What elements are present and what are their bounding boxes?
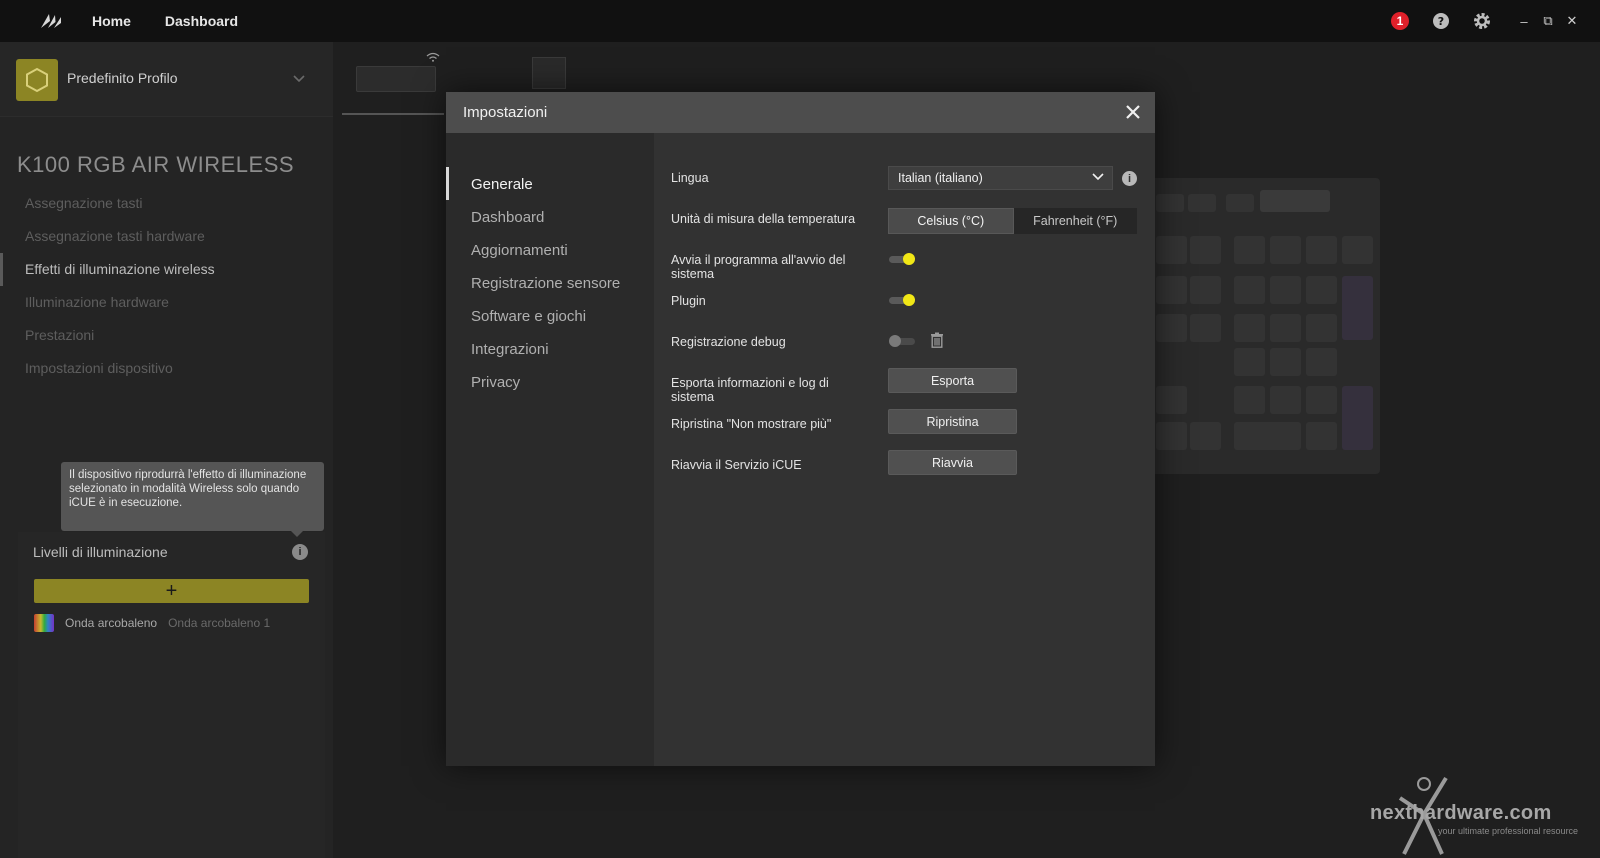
trash-icon[interactable]: [930, 332, 944, 348]
debug-toggle[interactable]: [889, 335, 915, 347]
tab-privacy[interactable]: Privacy: [471, 374, 520, 391]
chevron-down-icon[interactable]: [293, 70, 305, 88]
device-menu: Assegnazione tasti Assegnazione tasti ha…: [0, 187, 333, 385]
fahrenheit-option[interactable]: Fahrenheit (°F): [1014, 208, 1138, 234]
plugin-label: Plugin: [671, 294, 706, 308]
help-icon[interactable]: ?: [1430, 10, 1452, 32]
close-window-icon[interactable]: ✕: [1560, 13, 1584, 29]
temperature-unit-toggle: Celsius (°C) Fahrenheit (°F): [888, 208, 1137, 234]
dialog-header: Impostazioni: [446, 92, 1155, 133]
plugin-toggle[interactable]: [889, 294, 915, 306]
minimize-icon[interactable]: –: [1512, 14, 1536, 29]
export-button[interactable]: Esporta: [888, 368, 1017, 393]
tab-dashboard[interactable]: Dashboard: [471, 209, 544, 226]
corsair-logo-icon[interactable]: [30, 6, 74, 36]
startup-toggle[interactable]: [889, 253, 915, 265]
sidebar-item-hardware-key-assignments[interactable]: Assegnazione tasti hardware: [0, 220, 333, 253]
device-title: K100 RGB AIR WIRELESS: [17, 152, 295, 177]
tab-updates[interactable]: Aggiornamenti: [471, 242, 568, 259]
active-nav-marker: [446, 167, 449, 200]
temperature-label: Unità di misura della temperatura: [671, 212, 856, 226]
keyboard-preview: [1150, 178, 1380, 474]
sidebar-item-hardware-lighting[interactable]: Illuminazione hardware: [0, 286, 333, 319]
tab-general[interactable]: Generale: [471, 176, 533, 193]
sidebar-item-performance[interactable]: Prestazioni: [0, 319, 333, 352]
notifications-icon[interactable]: 1: [1389, 10, 1411, 32]
export-label: Esporta informazioni e log di sistema: [671, 376, 829, 404]
main-nav: Home Dashboard: [84, 13, 264, 29]
dialog-title: Impostazioni: [463, 104, 548, 121]
layers-title: Livelli di illuminazione: [33, 544, 168, 560]
sidebar: Predefinito Profilo K100 RGB AIR WIRELES…: [0, 42, 333, 858]
nav-home[interactable]: Home: [92, 13, 131, 29]
watermark-subtext: your ultimate professional resource: [1438, 826, 1579, 836]
settings-nav: Generale Dashboard Aggiornamenti Registr…: [446, 133, 654, 766]
wifi-icon: [426, 52, 440, 62]
info-icon[interactable]: i: [1122, 171, 1137, 186]
restart-label: Riavvia il Servizio iCUE: [671, 458, 802, 472]
sidebar-item-key-assignments[interactable]: Assegnazione tasti: [0, 187, 333, 220]
device-tab-keyboard[interactable]: [342, 50, 442, 116]
chevron-down-icon: [1092, 173, 1104, 181]
language-label: Lingua: [671, 171, 709, 185]
gear-icon[interactable]: [1471, 10, 1493, 32]
tab-integrations[interactable]: Integrazioni: [471, 341, 549, 358]
celsius-option[interactable]: Celsius (°C): [888, 208, 1014, 234]
add-layer-button[interactable]: +: [34, 579, 309, 603]
svg-text:?: ?: [1438, 15, 1444, 28]
startup-label: Avvia il programma all'avvio del sistema: [671, 253, 846, 281]
profile-name: Predefinito Profilo: [67, 70, 178, 86]
lighting-layers-panel: Livelli di illuminazione i + Onda arcoba…: [18, 532, 325, 858]
close-icon[interactable]: [1124, 103, 1142, 121]
tab-underline: [342, 113, 444, 115]
list-item[interactable]: Onda arcobaleno Onda arcobaleno 1: [34, 614, 270, 632]
watermark: nexthardware.com your ultimate professio…: [1370, 770, 1600, 858]
reset-label: Ripristina "Non mostrare più": [671, 417, 832, 431]
profile-hexagon-icon: [16, 59, 58, 101]
settings-dialog: Impostazioni Generale Dashboard Aggiorna…: [446, 92, 1155, 766]
tab-sensor-logging[interactable]: Registrazione sensore: [471, 275, 620, 292]
sidebar-item-wireless-lighting[interactable]: Effetti di illuminazione wireless: [0, 253, 333, 286]
title-bar: Home Dashboard 1 ? – ⧉ ✕: [0, 0, 1600, 42]
restore-icon[interactable]: ⧉: [1536, 13, 1560, 29]
nav-dashboard[interactable]: Dashboard: [165, 13, 238, 29]
profile-selector[interactable]: Predefinito Profilo: [0, 42, 333, 117]
watermark-text: nexthardware.com: [1370, 802, 1552, 824]
info-icon[interactable]: i: [292, 544, 308, 560]
tooltip: Il dispositivo riprodurrà l'effetto di i…: [61, 462, 324, 537]
device-tab-dongle[interactable]: [532, 57, 566, 89]
general-settings: Lingua Italian (italiano) i Unità di mis…: [654, 133, 1155, 766]
language-value: Italian (italiano): [898, 171, 983, 185]
reset-button[interactable]: Ripristina: [888, 409, 1017, 434]
sidebar-item-device-settings[interactable]: Impostazioni dispositivo: [0, 352, 333, 385]
language-select[interactable]: Italian (italiano): [888, 166, 1113, 190]
layer-name: Onda arcobaleno: [65, 616, 158, 630]
notification-badge: 1: [1391, 12, 1409, 30]
debug-label: Registrazione debug: [671, 335, 786, 349]
keyboard-thumbnail-icon: [356, 66, 436, 92]
rainbow-swatch-icon: [34, 614, 54, 632]
tab-software-games[interactable]: Software e giochi: [471, 308, 586, 325]
restart-button[interactable]: Riavvia: [888, 450, 1017, 475]
layer-subname: Onda arcobaleno 1: [168, 616, 271, 630]
